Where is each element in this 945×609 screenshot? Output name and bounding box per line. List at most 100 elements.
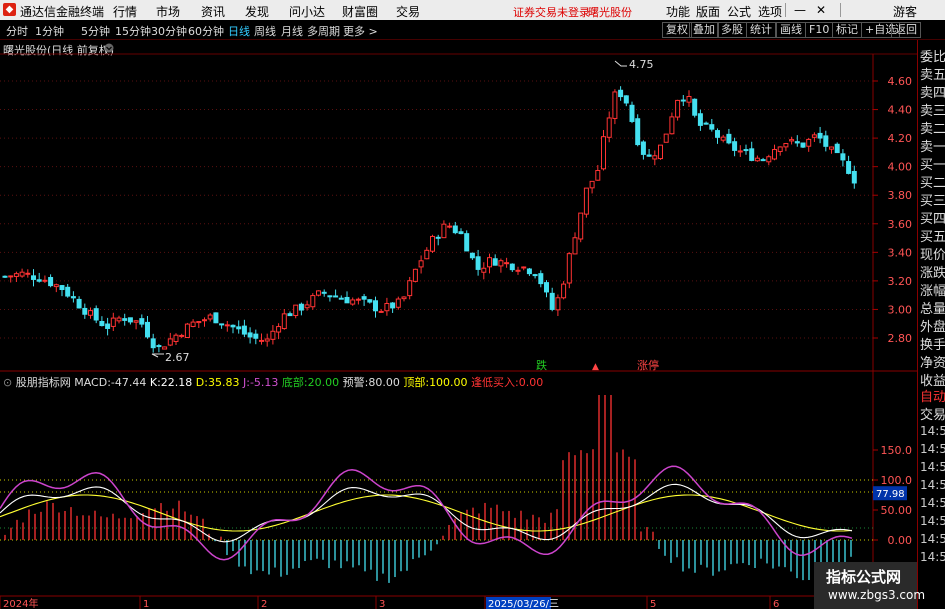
candle-up[interactable] (110, 317, 116, 327)
candle-up[interactable] (42, 279, 48, 282)
candle-up[interactable] (772, 149, 777, 160)
candle-down[interactable] (321, 291, 327, 294)
candle-down[interactable] (253, 333, 259, 339)
candle-down[interactable] (794, 141, 800, 144)
candle-down[interactable] (122, 318, 128, 321)
candle-down[interactable] (241, 325, 247, 335)
panel-item-price[interactable]: 现价 (920, 244, 945, 263)
candle-up[interactable] (259, 339, 264, 342)
candle-up[interactable] (589, 180, 595, 189)
candle-up[interactable] (572, 237, 578, 255)
panel-item-outer[interactable]: 外盘 (920, 316, 945, 335)
candle-up[interactable] (658, 144, 663, 160)
candle-down[interactable] (236, 326, 242, 330)
candle-up[interactable] (293, 304, 299, 317)
candle-down[interactable] (76, 298, 82, 309)
candle-up[interactable] (224, 324, 230, 327)
panel-item-sell1[interactable]: 卖一 (920, 136, 945, 155)
candle-up[interactable] (566, 253, 572, 284)
candle-down[interactable] (532, 274, 538, 277)
candle-up[interactable] (595, 170, 601, 181)
candle-down[interactable] (82, 307, 88, 315)
candle-up[interactable] (13, 273, 19, 277)
candle-up[interactable] (184, 323, 190, 339)
panel-item-buy2[interactable]: 买二 (920, 172, 945, 191)
candle-down[interactable] (715, 130, 720, 138)
candle-up[interactable] (264, 338, 270, 342)
candle-down[interactable] (298, 303, 304, 311)
panel-item-weibi[interactable]: 委比 (920, 46, 945, 65)
candle-up[interactable] (777, 146, 783, 152)
candle-down[interactable] (373, 300, 378, 312)
candle-down[interactable] (48, 277, 54, 287)
candle-down[interactable] (344, 296, 350, 304)
candle-up[interactable] (789, 139, 795, 142)
candle-up[interactable] (407, 280, 413, 297)
candle-down[interactable] (59, 285, 65, 291)
candle-down[interactable] (458, 231, 464, 235)
candle-up[interactable] (601, 136, 606, 170)
candle-down[interactable] (800, 142, 806, 148)
candle-up[interactable] (806, 138, 812, 147)
candle-down[interactable] (70, 296, 76, 299)
candle-down[interactable] (749, 148, 755, 161)
candle-down[interactable] (743, 149, 749, 152)
candle-up[interactable] (196, 321, 202, 324)
candle-up[interactable] (612, 91, 618, 119)
candle-down[interactable] (697, 113, 703, 126)
candle-down[interactable] (538, 273, 544, 285)
candle-down[interactable] (817, 132, 823, 139)
panel-item-buy5[interactable]: 买五 (920, 226, 945, 245)
candle-down[interactable] (464, 233, 470, 252)
candle-up[interactable] (578, 212, 584, 240)
candle-down[interactable] (150, 338, 156, 349)
candle-up[interactable] (487, 257, 492, 268)
candle-down[interactable] (726, 133, 732, 144)
candle-up[interactable] (720, 136, 726, 141)
chart-canvas[interactable]: 4.60 4.40 4.20 4.00 3.80 3.60 3.40 3.20 3.00 2.80… (0, 0, 917, 609)
candle-up[interactable] (829, 146, 834, 150)
candle-up[interactable] (561, 283, 567, 299)
candle-up[interactable] (350, 299, 356, 305)
candle-up[interactable] (504, 262, 510, 265)
candle-up[interactable] (207, 314, 213, 320)
panel-item-pct[interactable]: 涨幅 (920, 280, 945, 299)
candle-up[interactable] (766, 156, 772, 163)
candle-down[interactable] (230, 324, 236, 328)
indicator-toggle-icon[interactable]: ⊙ (3, 376, 12, 389)
candle-up[interactable] (686, 95, 692, 103)
candle-down[interactable] (145, 321, 150, 338)
candle-up[interactable] (276, 326, 282, 333)
candle-up[interactable] (737, 150, 743, 153)
candle-down[interactable] (703, 122, 709, 125)
candle-down[interactable] (36, 279, 42, 282)
candle-down[interactable] (31, 275, 36, 280)
candle-down[interactable] (692, 98, 698, 116)
candle-up[interactable] (441, 223, 447, 239)
candle-up[interactable] (310, 295, 316, 308)
candle-down[interactable] (646, 154, 652, 157)
panel-item-turnover[interactable]: 换手 (920, 334, 945, 353)
candle-down[interactable] (327, 295, 333, 298)
candle-down[interactable] (732, 141, 738, 151)
candle-down[interactable] (526, 268, 532, 275)
panel-item-change[interactable]: 涨跌 (920, 262, 945, 281)
candle-up[interactable] (401, 296, 407, 300)
candle-up[interactable] (167, 338, 173, 346)
candle-up[interactable] (424, 249, 430, 260)
candle-down[interactable] (680, 99, 686, 102)
candle-down[interactable] (846, 161, 852, 174)
candle-up[interactable] (583, 187, 589, 215)
candle-down[interactable] (509, 263, 515, 271)
candle-up[interactable] (355, 298, 361, 301)
candle-down[interactable] (452, 225, 458, 234)
candle-up[interactable] (190, 321, 196, 327)
candle-up[interactable] (430, 235, 435, 252)
candle-down[interactable] (2, 275, 8, 278)
panel-item-sell5[interactable]: 卖五 (920, 64, 945, 83)
candle-up[interactable] (8, 275, 14, 278)
candle-down[interactable] (760, 159, 766, 162)
panel-item-netasset[interactable]: 净资 (920, 352, 945, 371)
candle-up[interactable] (270, 330, 276, 340)
candle-up[interactable] (412, 268, 418, 282)
